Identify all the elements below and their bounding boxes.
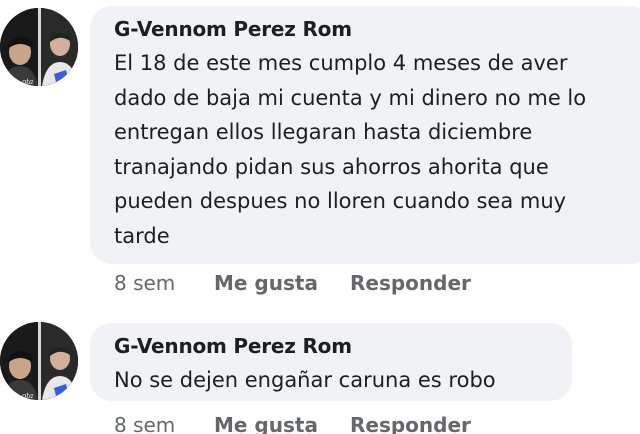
avatar[interactable]: ota: [0, 8, 78, 86]
svg-text:ota: ota: [22, 392, 33, 400]
comment-bubble: G-Vennom Perez Rom No se dejen engañar c…: [90, 323, 572, 401]
comment-text-line: No se dejen engañar caruna es robo: [114, 368, 496, 392]
comment-bubble: G-Vennom Perez Rom El 18 de este mes cum…: [90, 6, 640, 264]
comment-text-line: dado de baja mi cuenta y mi dinero no me…: [114, 85, 587, 110]
reply-button[interactable]: Responder: [350, 413, 471, 434]
like-button[interactable]: Me gusta: [214, 413, 318, 434]
comment-text-line: tranajando pidan sus ahorros ahorita que: [114, 154, 549, 179]
comment-text-line: entregan ellos llegaran hasta diciembre: [114, 120, 533, 144]
avatar[interactable]: ota: [0, 322, 78, 400]
comment-text-line: tarde: [114, 223, 170, 248]
profile-photo-icon: ota: [0, 322, 78, 400]
comment-author[interactable]: G-Vennom Perez Rom: [114, 16, 634, 42]
comment-text-line: pueden despues no lloren cuando sea muy: [114, 189, 567, 213]
comment-thread: ota G-Vennom Perez Rom El 18 de este mes…: [0, 0, 640, 434]
comment-text: El 18 de este mes cumplo 4 meses de aver…: [114, 46, 634, 253]
profile-photo-icon: ota: [0, 8, 78, 86]
comment-timestamp[interactable]: 8 sem: [114, 271, 175, 295]
comment-text-line: El 18 de este mes cumplo 4 meses de aver: [114, 51, 568, 75]
comment-timestamp[interactable]: 8 sem: [114, 413, 175, 434]
comment-text: No se dejen engañar caruna es robo: [114, 363, 554, 398]
comment-author[interactable]: G-Vennom Perez Rom: [114, 333, 554, 359]
svg-text:ota: ota: [22, 78, 33, 86]
like-button[interactable]: Me gusta: [214, 271, 318, 295]
reply-button[interactable]: Responder: [350, 271, 471, 295]
